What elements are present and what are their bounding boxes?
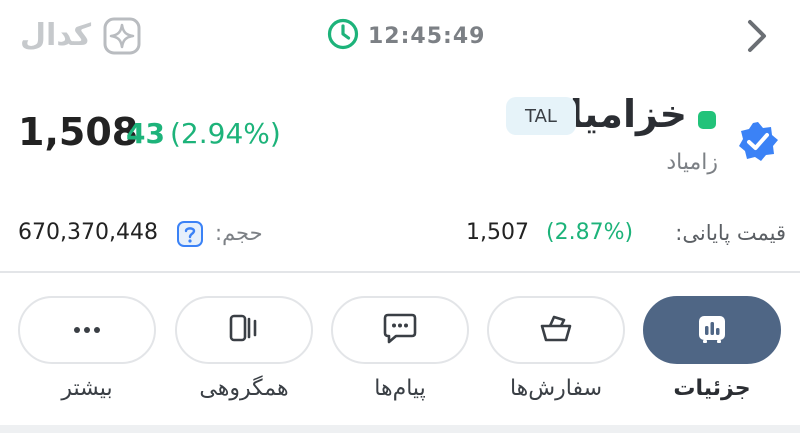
close-price-value: 1,507 [466,220,529,245]
tab-peers[interactable] [175,296,313,364]
compare-icon [226,311,262,349]
tab-details-label[interactable]: جزئیات [643,376,781,401]
bottom-divider [0,425,800,433]
tab-more[interactable] [18,296,156,364]
tab-details[interactable] [643,296,781,364]
volume-value: 670,370,448 [18,220,158,245]
chevron-right-icon[interactable] [738,14,778,58]
tab-peers-label[interactable]: همگروهی [175,376,313,401]
clock-icon [326,17,360,55]
tab-more-label[interactable]: بیشتر [18,376,156,401]
symbol-name: خزامیا [569,92,687,136]
clock-time: 12:45:49 [368,23,486,49]
close-price-label: قیمت پایانی: [675,221,786,245]
tab-messages[interactable] [331,296,469,364]
market-status-dot [698,111,716,129]
verified-badge-icon [736,120,780,164]
volume-label: حجم: [215,221,263,245]
chart-icon [695,311,729,349]
price-change-percent: (2.94%) [170,117,281,150]
help-icon[interactable] [176,220,204,248]
tab-orders[interactable] [487,296,625,364]
more-icon [69,321,105,340]
last-price: 1,508 [18,110,139,154]
market-clock: 12:45:49 [326,16,485,56]
tab-orders-label[interactable]: سفارش‌ها [487,376,625,401]
basket-icon [537,311,575,349]
codal-logo[interactable]: کدال [20,18,91,53]
sparkle-icon[interactable] [102,16,142,56]
company-name: زامیاد [666,150,718,175]
close-price-percent: (2.87%) [546,220,634,245]
message-icon [382,311,418,349]
tab-messages-label[interactable]: پیام‌ها [331,376,469,401]
price-change: 43 [126,117,165,150]
symbol-tag: TAL [506,97,576,135]
divider [0,271,800,273]
